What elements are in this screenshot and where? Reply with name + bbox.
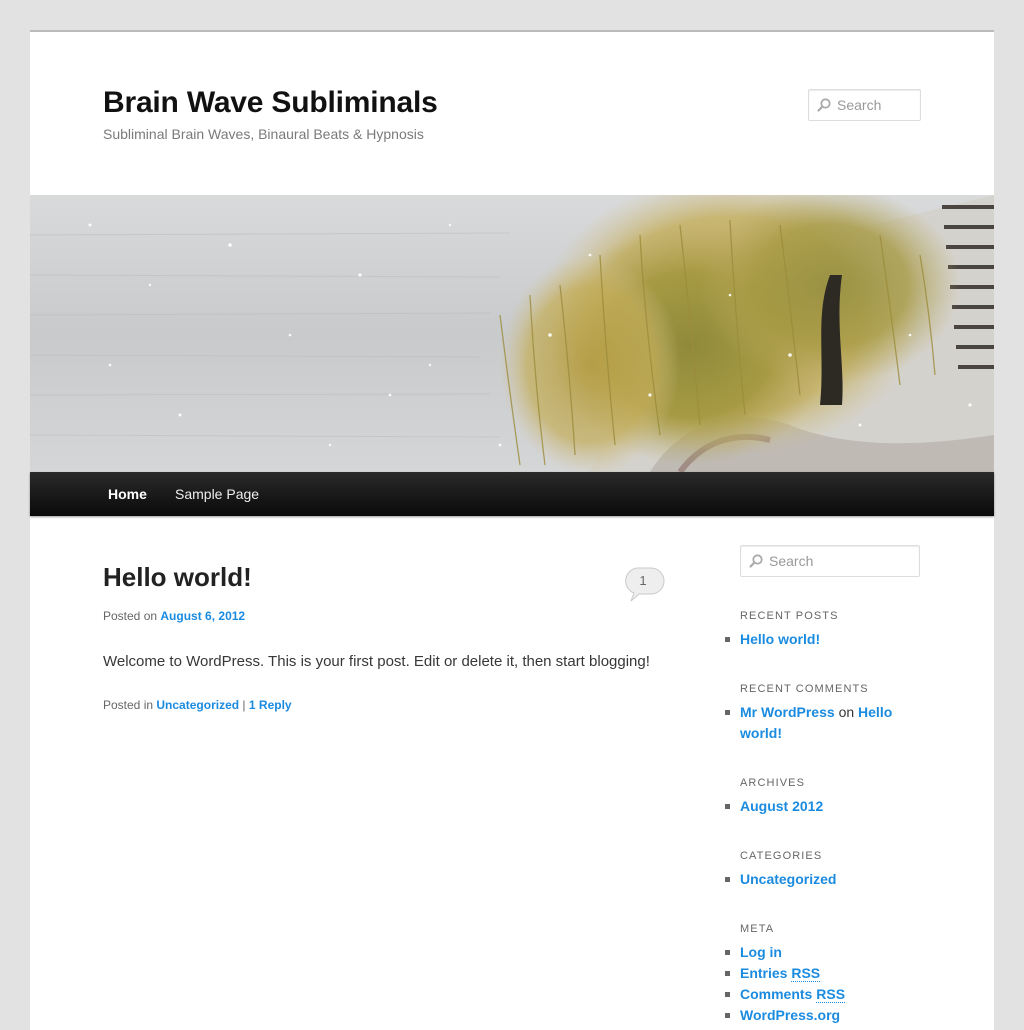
rss-abbr: RSS [791,965,821,982]
site-description: Subliminal Brain Waves, Binaural Beats &… [103,126,424,142]
recent-post-link[interactable]: Hello world! [740,631,820,647]
footer-separator: | [242,698,246,712]
recent-posts-title: Recent Posts [740,610,839,622]
list-item: August 2012 [725,796,930,817]
list-item: Mr WordPress on Hello world! [725,702,900,744]
category-link[interactable]: Uncategorized [740,871,836,887]
login-link[interactable]: Log in [740,944,782,960]
list-item: Uncategorized [725,869,930,890]
post-footer: Posted in Uncategorized | 1 Reply [103,698,292,712]
page: Brain Wave Subliminals Subliminal Brain … [30,30,994,1030]
comment-author-link[interactable]: Mr WordPress [740,704,835,720]
archive-link[interactable]: August 2012 [740,798,823,814]
wordpress-org-link[interactable]: WordPress.org [740,1007,840,1023]
header-search[interactable] [808,89,921,121]
list-item: Entries RSS [725,963,930,984]
recent-comments-list: Mr WordPress on Hello world! [725,702,900,744]
search-icon [749,554,763,568]
main-navigation: Home Sample Page [30,472,994,516]
comment-on-text: on [838,704,855,720]
site-title[interactable]: Brain Wave Subliminals [103,86,438,120]
list-item: Hello world! [725,629,930,650]
comments-rss-link[interactable]: Comments RSS [740,986,846,1003]
header-search-input[interactable] [837,90,917,120]
categories-title: Categories [740,850,823,862]
post-title[interactable]: Hello world! [103,562,252,593]
list-item: WordPress.org [725,1005,930,1026]
rss-abbr: RSS [816,986,846,1003]
comment-post-link-continued[interactable]: world! [740,725,782,741]
meta-list: Log in Entries RSS Comments RSS WordPres… [725,942,930,1026]
posted-on-label: Posted on [103,609,158,623]
comment-post-link[interactable]: Hello [858,704,892,720]
meta-title: Meta [740,923,775,935]
sidebar-search[interactable] [740,545,920,577]
nav-item-home[interactable]: Home [108,472,147,516]
list-item: Comments RSS [725,984,930,1005]
post-date-link[interactable]: August 6, 2012 [160,609,245,623]
search-icon [817,98,831,112]
comment-count-bubble[interactable]: 1 [623,567,665,602]
archives-title: Archives [740,777,806,789]
reply-link[interactable]: 1 Reply [249,698,292,712]
nav-item-sample-page[interactable]: Sample Page [175,472,259,516]
header-banner-image [30,195,994,472]
comment-count: 1 [639,573,647,588]
category-link[interactable]: Uncategorized [156,698,239,712]
entries-rss-label: Entries [740,965,788,981]
comments-rss-label: Comments [740,986,813,1002]
recent-posts-list: Hello world! [725,629,930,650]
post-meta: Posted on August 6, 2012 [103,609,245,623]
sidebar-search-input[interactable] [769,546,914,576]
entries-rss-link[interactable]: Entries RSS [740,965,821,982]
recent-comments-title: Recent Comments [740,683,869,695]
posted-in-label: Posted in [103,698,154,712]
post-content: Welcome to WordPress. This is your first… [103,653,650,670]
archives-list: August 2012 [725,796,930,817]
list-item: Log in [725,942,930,963]
categories-list: Uncategorized [725,869,930,890]
